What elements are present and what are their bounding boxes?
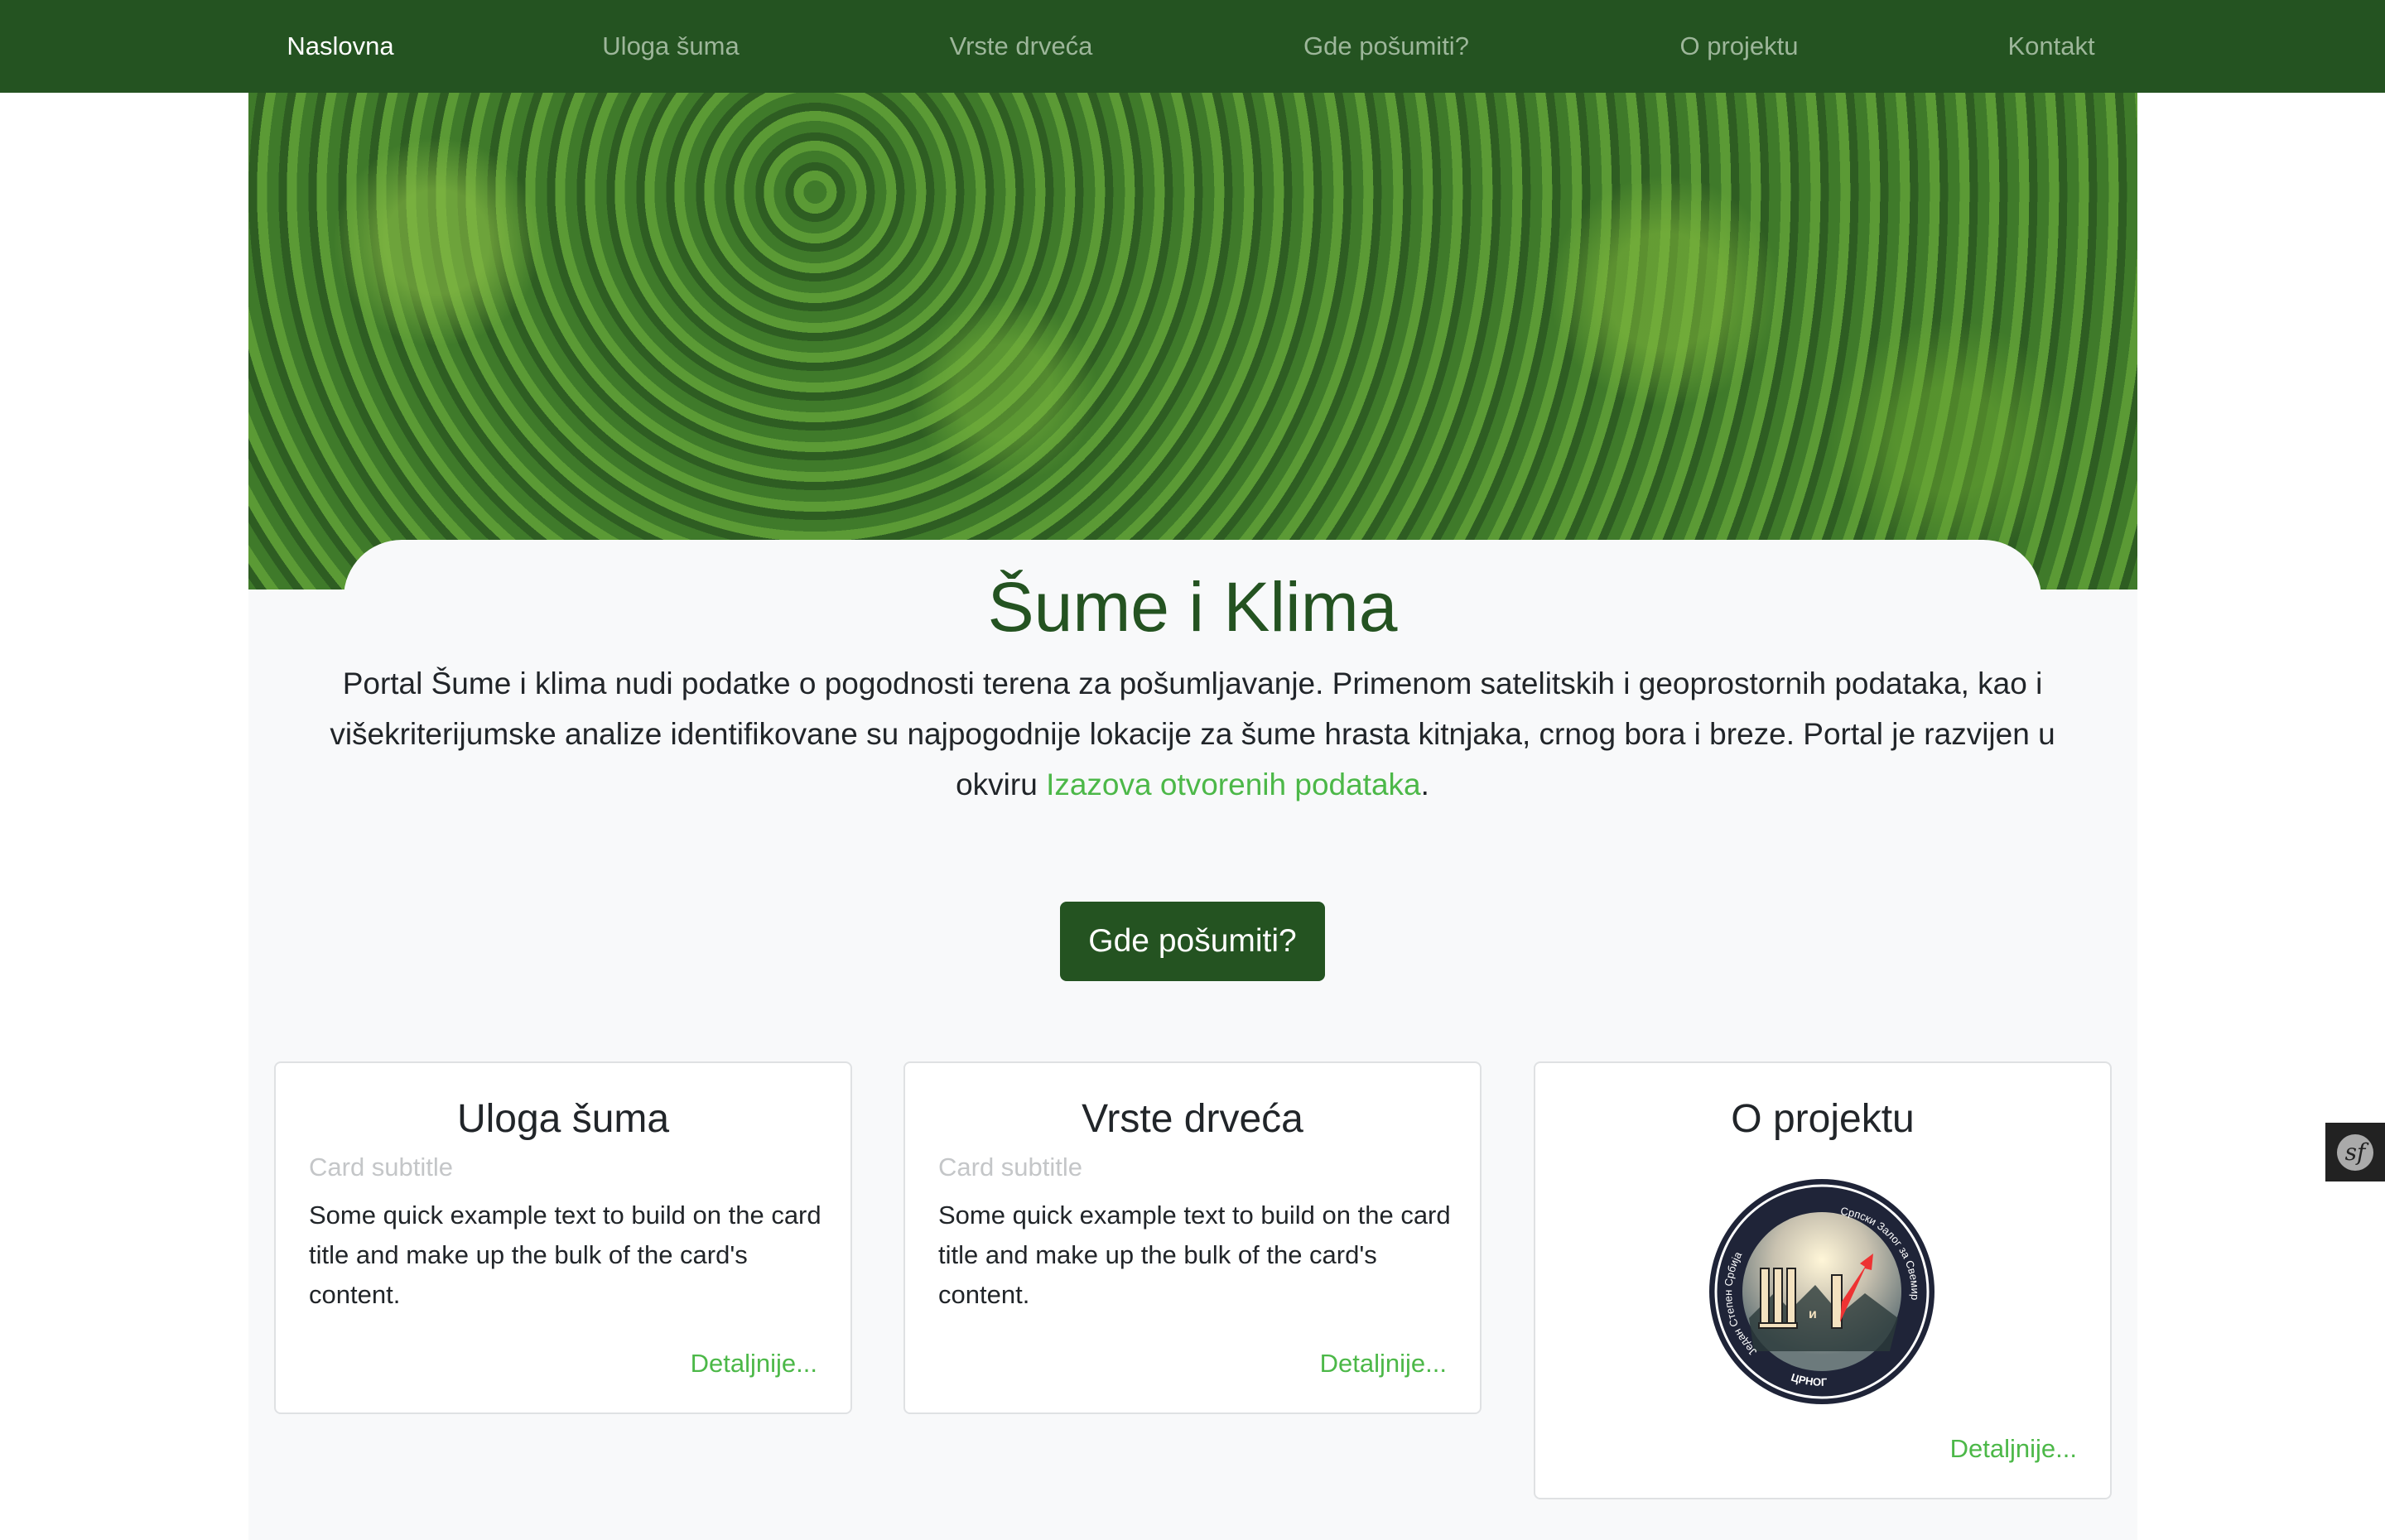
card-title: Vrste drveća <box>1082 1097 1303 1141</box>
card-vrste-drveca: Vrste drveća Card subtitle Some quick ex… <box>903 1061 1482 1414</box>
card-title: O projektu <box>1731 1097 1915 1141</box>
card-details-link[interactable]: Detaljnije... <box>1320 1349 1447 1379</box>
card-text: Some quick example text to build on the … <box>938 1201 1451 1309</box>
nav-kontakt[interactable]: Kontakt <box>2007 0 2094 93</box>
page-title: Šume i Klima <box>987 568 1398 646</box>
card-subtitle: Card subtitle <box>938 1153 1083 1181</box>
card-title: Uloga šuma <box>456 1097 670 1141</box>
intro-end: . <box>1420 768 1429 801</box>
svg-text:и: и <box>1809 1307 1817 1321</box>
symfony-icon: sf <box>2337 1133 2373 1171</box>
navbar: Naslovna Uloga šuma Vrste drveća Gde poš… <box>0 0 2385 93</box>
card-subtitle: Card subtitle <box>309 1153 454 1181</box>
open-data-link[interactable]: Izazova otvorenih podataka <box>1046 768 1421 801</box>
symfony-toolbar-toggle[interactable]: sf <box>2325 1123 2385 1181</box>
nav-gde-posumiti[interactable]: Gde pošumiti? <box>1303 0 1469 93</box>
card-details-link[interactable]: Detaljnije... <box>691 1349 817 1379</box>
hero-forest-image <box>248 93 2137 590</box>
card-uloga-suma: Uloga šuma Card subtitle Some quick exam… <box>274 1061 852 1414</box>
card-text: Some quick example text to build on the … <box>309 1201 822 1309</box>
project-logo: и Један Степен Србија Српски Залог за Св… <box>1709 1179 1934 1404</box>
nav-vrste-drveca[interactable]: Vrste drveća <box>950 0 1093 93</box>
nav-naslovna[interactable]: Naslovna <box>287 0 393 93</box>
nav-o-projektu[interactable]: O projektu <box>1679 0 1798 93</box>
gde-posumiti-button[interactable]: Gde pošumiti? <box>1060 902 1325 981</box>
intro-text: Portal Šume i klima nudi podatke o pogod… <box>306 658 2079 810</box>
nav-uloga-suma[interactable]: Uloga šuma <box>602 0 739 93</box>
card-details-link[interactable]: Detaljnije... <box>1950 1434 2077 1464</box>
